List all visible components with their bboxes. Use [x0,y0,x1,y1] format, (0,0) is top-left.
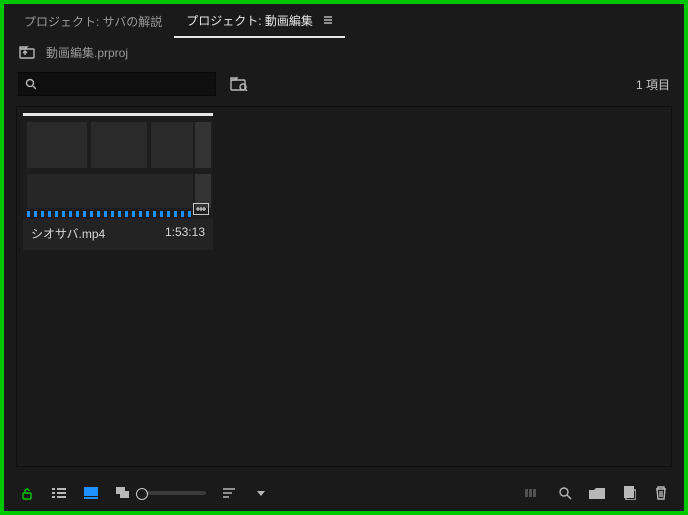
search-box[interactable] [18,72,216,96]
sort-dropdown[interactable] [252,484,270,502]
delete-button[interactable] [652,484,670,502]
clip-meta: シオサバ.mp4 1:53:13 [23,219,213,250]
tab-project-1[interactable]: プロジェクト: サバの解説 [12,4,174,38]
tab-label: プロジェクト: 動画編集 [186,12,313,29]
panel-tabs: プロジェクト: サバの解説 プロジェクト: 動画編集 [4,4,684,38]
search-row: 1 項目 [4,66,684,102]
write-lock-toggle[interactable] [18,484,36,502]
project-bin[interactable]: シオサバ.mp4 1:53:13 [16,106,672,467]
find-button[interactable] [556,484,574,502]
freeform-view-button[interactable] [114,484,132,502]
clip-thumbnail [23,113,213,219]
video-badge-icon [193,203,209,215]
nav-up-icon[interactable] [18,43,36,61]
clip-item[interactable]: シオサバ.mp4 1:53:13 [23,113,213,250]
tab-project-2[interactable]: プロジェクト: 動画編集 [174,4,345,38]
icon-view-button[interactable] [82,484,100,502]
clip-duration: 1:53:13 [165,225,205,242]
panel-menu-icon[interactable] [323,15,333,25]
project-path-row: 動画編集.prproj [4,38,684,66]
project-filename: 動画編集.prproj [46,44,128,61]
search-icon [25,78,36,90]
list-view-button[interactable] [50,484,68,502]
sort-button[interactable] [220,484,238,502]
footer-toolbar [4,475,684,511]
item-count: 1 項目 [636,76,670,93]
clip-name: シオサバ.mp4 [31,225,105,242]
tab-label: プロジェクト: サバの解説 [24,13,162,30]
new-bin-button[interactable] [588,484,606,502]
automate-to-sequence-button[interactable] [524,484,542,502]
open-bin-button[interactable] [226,73,252,95]
new-item-button[interactable] [620,484,638,502]
search-input[interactable] [36,77,209,91]
zoom-slider[interactable] [146,491,206,495]
